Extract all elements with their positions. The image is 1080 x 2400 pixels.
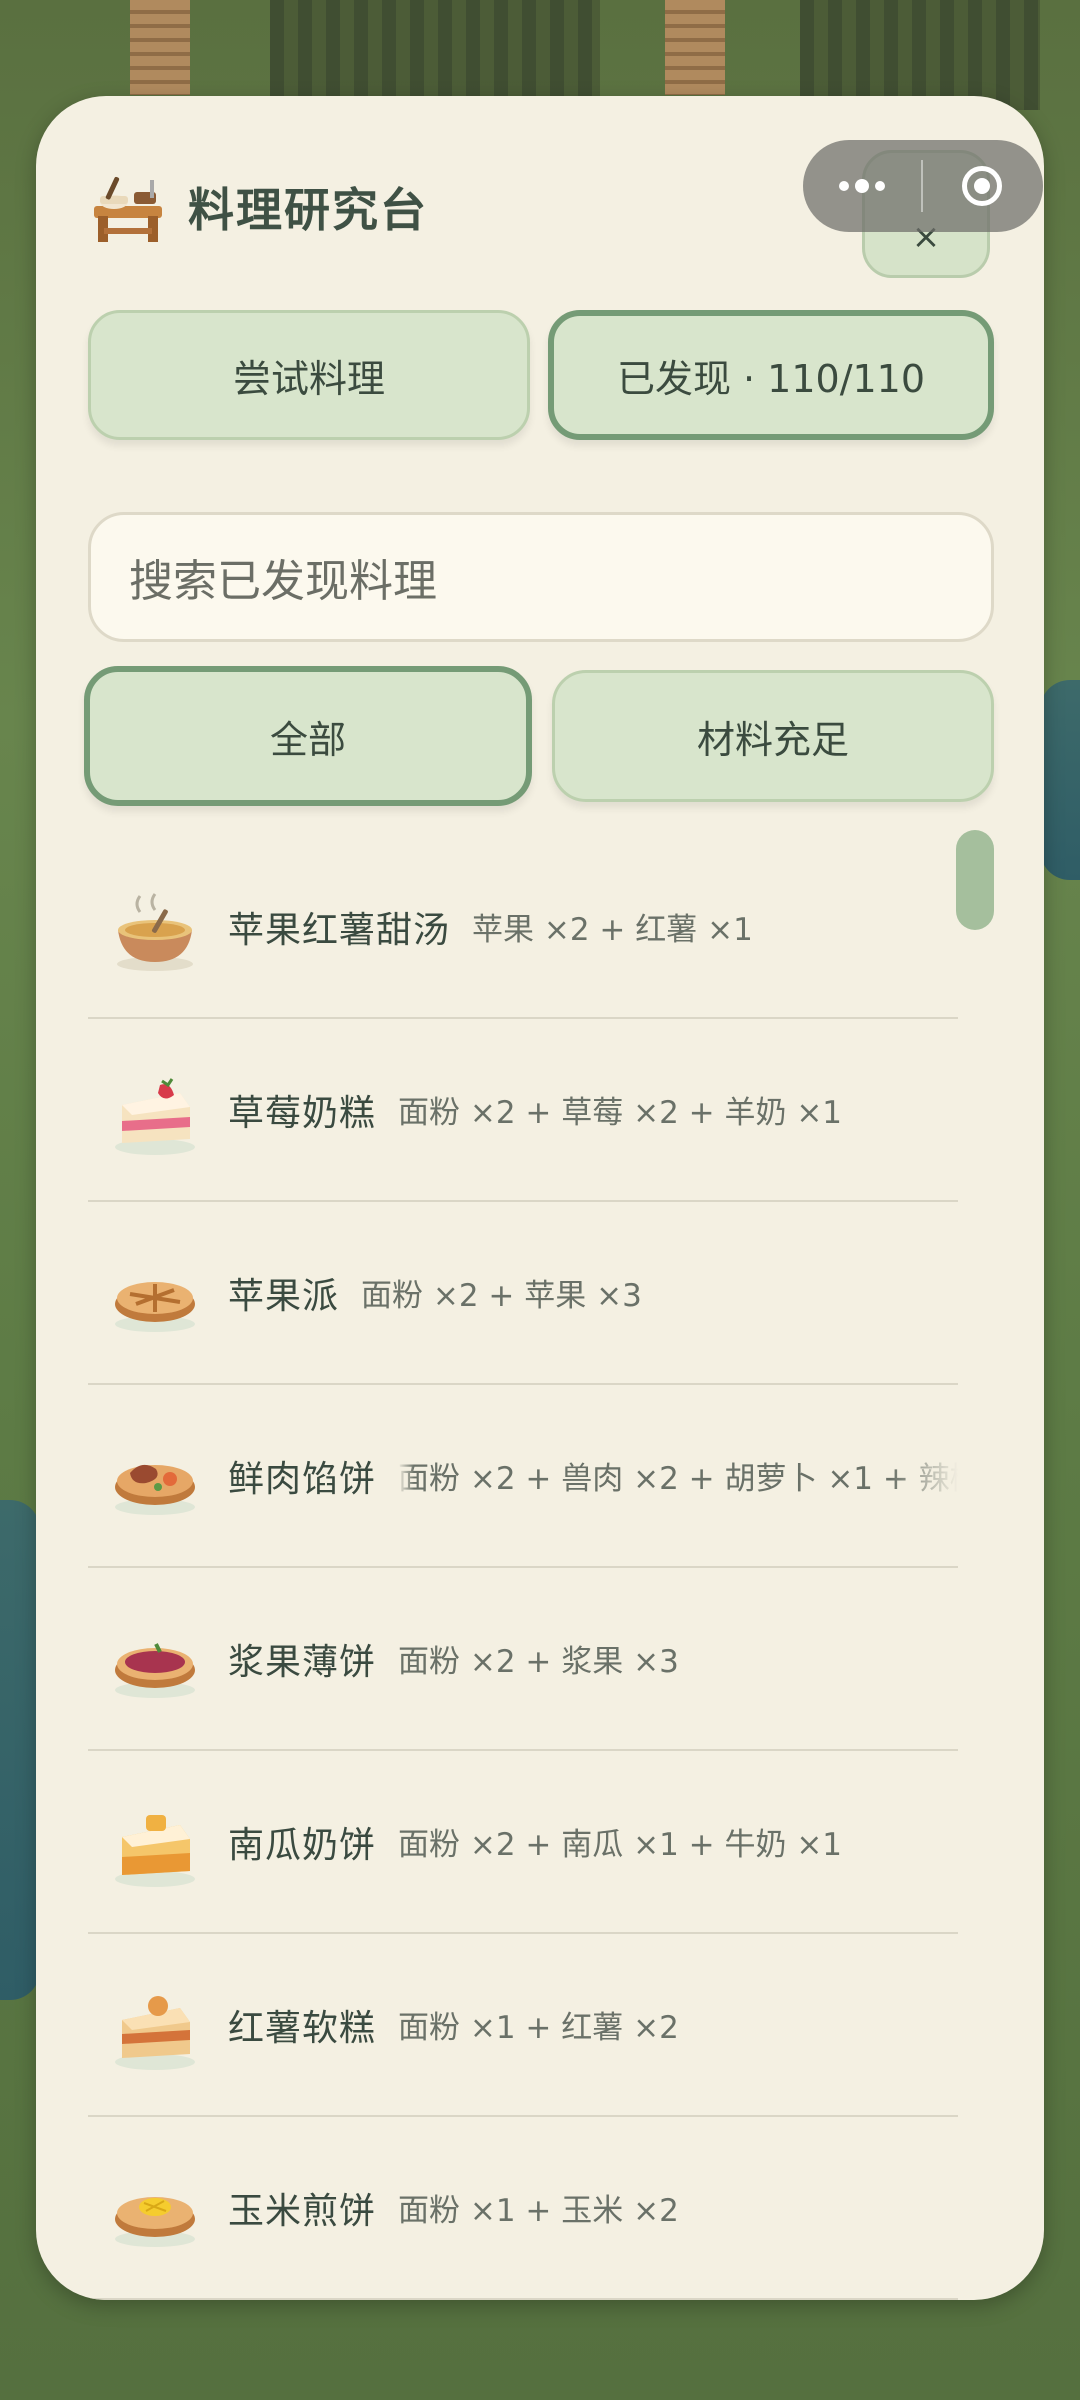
berry-tart-icon: [115, 1642, 195, 1698]
pond: [1040, 680, 1080, 880]
recipe-name: 玉米煎饼: [228, 2190, 377, 2232]
recipe-name: 鲜肉馅饼: [228, 1458, 377, 1500]
recipe-ingredients: 面粉 ×2 + 草莓 ×2 + 羊奶 ×1: [398, 1095, 843, 1131]
recipe-row[interactable]: 红薯软糕 面粉 ×1 + 红薯 ×2: [88, 1934, 958, 2117]
filter-enough-ingredients[interactable]: 材料充足: [552, 670, 994, 802]
recipe-list[interactable]: 苹果红薯甜汤 苹果 ×2 + 红薯 ×1 草莓奶糕 面粉 ×2 + 草莓 ×2 …: [88, 836, 958, 2300]
crop-field: [270, 0, 600, 110]
recipe-ingredients: 面粉 ×2 + 苹果 ×3: [361, 1278, 642, 1314]
recipe-name: 苹果红薯甜汤: [228, 909, 451, 951]
recipe-ingredients: 苹果 ×2 + 红薯 ×1: [472, 912, 753, 948]
recipe-row[interactable]: 玉米煎饼 面粉 ×1 + 玉米 ×2: [88, 2117, 958, 2300]
recipe-name: 南瓜奶饼: [228, 1824, 377, 1866]
more-options-icon[interactable]: [803, 140, 921, 232]
crop-field: [800, 0, 1040, 110]
recipe-name: 苹果派: [228, 1275, 340, 1317]
filter-bar: 全部 材料充足: [84, 666, 994, 810]
recipe-row[interactable]: 浆果薄饼 面粉 ×2 + 浆果 ×3: [88, 1568, 958, 1751]
recipe-row[interactable]: 苹果派 面粉 ×2 + 苹果 ×3: [88, 1202, 958, 1385]
tab-try-cooking[interactable]: 尝试料理: [88, 310, 530, 440]
recipe-name: 草莓奶糕: [228, 1092, 377, 1134]
list-scrollbar[interactable]: [956, 830, 994, 930]
cooking-research-panel: 料理研究台 × 尝试料理 已发现 · 110/110 搜索已发现料理 全部 材料…: [36, 96, 1044, 2300]
filter-all[interactable]: 全部: [84, 666, 532, 806]
tab-discovered[interactable]: 已发现 · 110/110: [548, 310, 994, 440]
recipe-row[interactable]: 南瓜奶饼 面粉 ×2 + 南瓜 ×1 + 牛奶 ×1: [88, 1751, 958, 1934]
exit-miniprogram-icon[interactable]: [923, 140, 1041, 232]
recipe-ingredients: 面粉 ×2 + 南瓜 ×1 + 牛奶 ×1: [398, 1827, 843, 1863]
page-title: 料理研究台: [188, 183, 428, 237]
recipe-ingredients: 面粉 ×2 + 浆果 ×3: [398, 1644, 679, 1680]
panel-header: 料理研究台: [90, 170, 428, 244]
meat-pie-icon: [115, 1464, 195, 1515]
tab-bar: 尝试料理 已发现 · 110/110: [88, 310, 994, 448]
strawberry-cake-icon: [115, 1077, 195, 1155]
recipe-row[interactable]: 草莓奶糕 面粉 ×2 + 草莓 ×2 + 羊奶 ×1: [88, 1019, 958, 1202]
recipe-row[interactable]: 苹果红薯甜汤 苹果 ×2 + 红薯 ×1: [88, 836, 958, 1019]
recipe-ingredients: 面粉 ×2 + 兽肉 ×2 + 胡萝卜 ×1 + 辣椒 ×1: [398, 1461, 958, 1497]
recipe-ingredients: 面粉 ×1 + 玉米 ×2: [398, 2193, 679, 2229]
apple-pie-icon: [115, 1281, 195, 1332]
miniprogram-capsule: [803, 140, 1043, 232]
recipe-row[interactable]: 鲜肉馅饼 面粉 ×2 + 兽肉 ×2 + 胡萝卜 ×1 + 辣椒 ×1: [88, 1385, 958, 1568]
recipe-name: 浆果薄饼: [228, 1641, 377, 1683]
cooking-table-icon: [94, 176, 162, 242]
wooden-fence: [665, 0, 725, 95]
recipe-ingredients: 面粉 ×1 + 红薯 ×2: [398, 2010, 679, 2046]
pumpkin-cake-icon: [115, 1814, 195, 1887]
wooden-fence: [130, 0, 190, 95]
search-input[interactable]: 搜索已发现料理: [88, 512, 994, 642]
sweet-potato-cake-icon: [115, 1995, 195, 2070]
pond: [0, 1500, 40, 2000]
soup-bowl-icon: [117, 892, 193, 971]
recipe-name: 红薯软糕: [228, 2007, 377, 2049]
corn-pancake-icon: [115, 2196, 195, 2247]
